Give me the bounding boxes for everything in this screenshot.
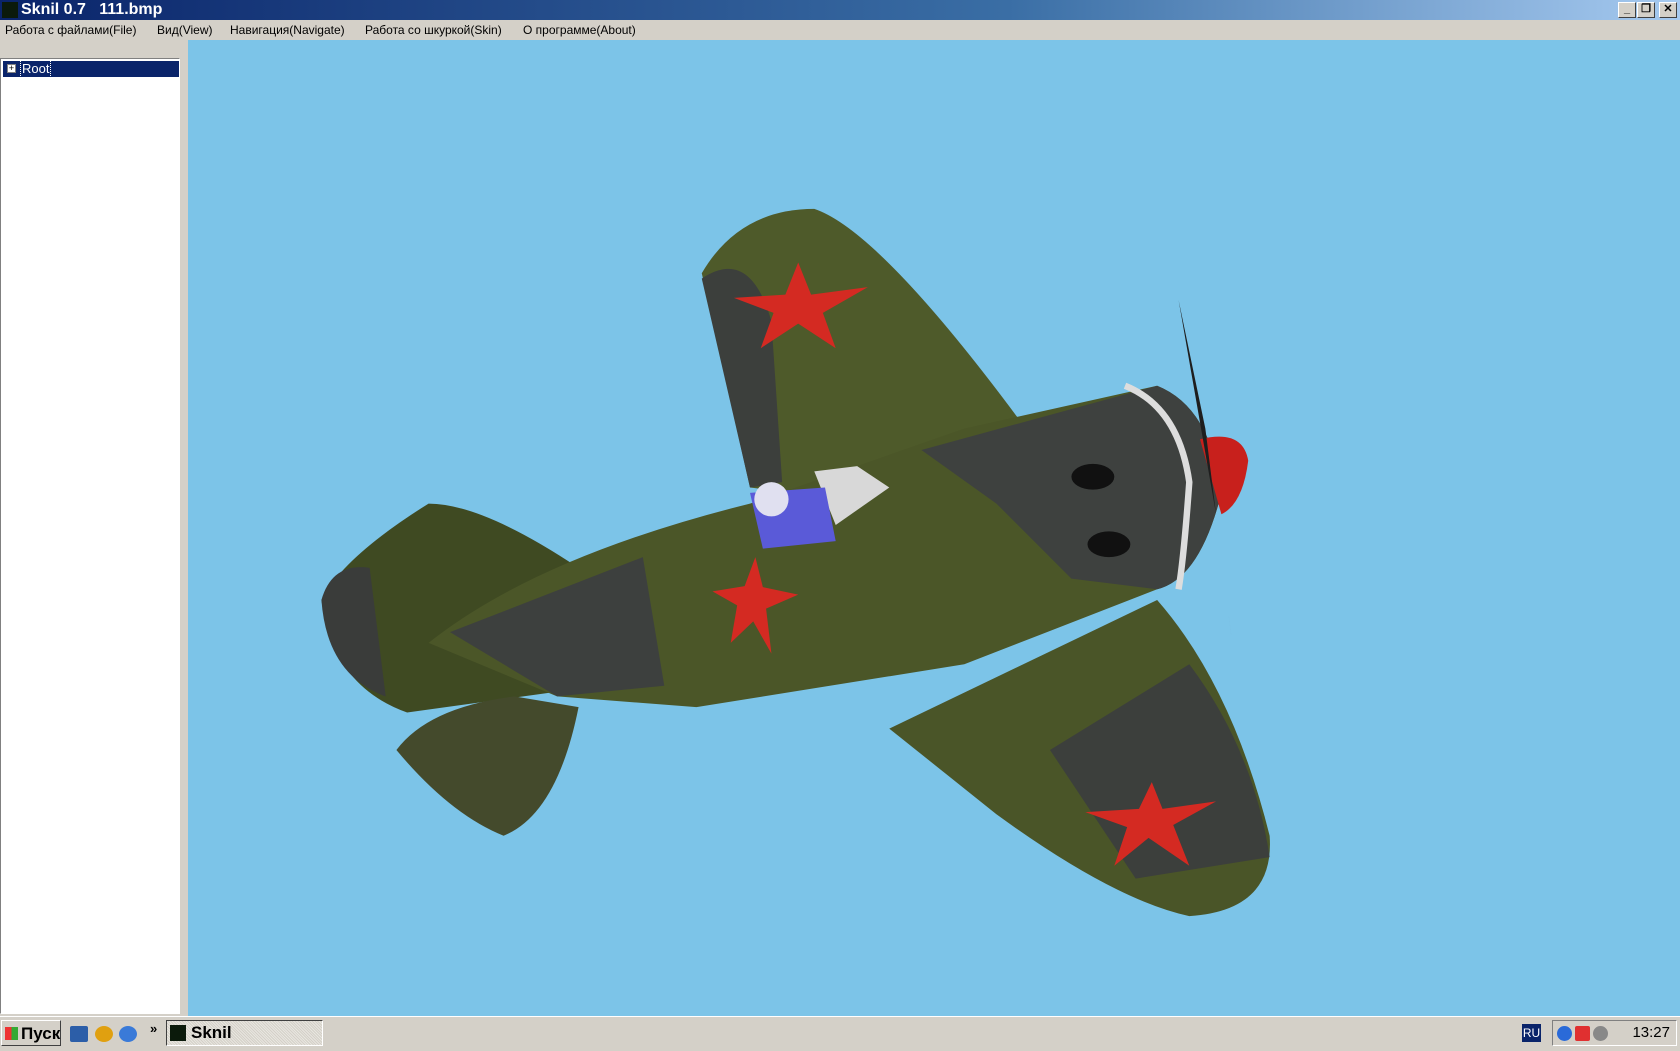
menu-navigate[interactable]: Навигация(Navigate) [227, 20, 348, 40]
show-desktop-icon[interactable] [70, 1026, 88, 1042]
windows-logo-icon [5, 1027, 18, 1040]
window-title: Sknil 0.7 111.bmp [21, 1, 163, 18]
system-tray: 13:27 [1552, 1020, 1677, 1046]
taskbar-button-sknil[interactable]: Sknil [166, 1020, 323, 1046]
start-button[interactable]: Пуск [1, 1020, 61, 1046]
clock[interactable]: 13:27 [1632, 1021, 1670, 1045]
antivirus-warning-icon[interactable] [1575, 1026, 1590, 1041]
sknil-app-icon [170, 1025, 186, 1041]
task-label: Sknil [191, 1023, 232, 1042]
tree-node-root[interactable]: + Root [3, 60, 179, 78]
app-icon [2, 2, 18, 18]
menu-file[interactable]: Работа с файлами(File) [2, 20, 139, 40]
quicklaunch-app-icon[interactable] [95, 1026, 113, 1042]
taskbar: Пуск » Sknil RU 13:27 [0, 1016, 1680, 1051]
minimize-button[interactable]: _ [1618, 2, 1636, 18]
tree-view[interactable]: + Root [0, 58, 180, 1014]
title-bar: Sknil 0.7 111.bmp _ ❐ ✕ [0, 0, 1680, 20]
media-player-icon[interactable] [119, 1026, 137, 1042]
menu-view[interactable]: Вид(View) [154, 20, 216, 40]
expand-icon[interactable]: + [7, 64, 16, 73]
start-label: Пуск [21, 1024, 61, 1043]
menu-bar: Работа с файлами(File) Вид(View) Навигац… [0, 20, 1680, 40]
menu-about[interactable]: О программе(About) [520, 20, 639, 40]
tree-node-label[interactable]: Root [19, 60, 52, 78]
maximize-button[interactable]: ❐ [1637, 2, 1655, 18]
close-button[interactable]: ✕ [1659, 2, 1677, 18]
volume-icon[interactable] [1593, 1026, 1608, 1041]
menu-skin[interactable]: Работа со шкуркой(Skin) [362, 20, 505, 40]
3d-viewport[interactable] [188, 40, 1680, 1016]
language-indicator[interactable]: RU [1522, 1024, 1541, 1042]
network-tray-icon[interactable] [1557, 1026, 1572, 1041]
quicklaunch-chevron-icon[interactable]: » [150, 1021, 157, 1036]
